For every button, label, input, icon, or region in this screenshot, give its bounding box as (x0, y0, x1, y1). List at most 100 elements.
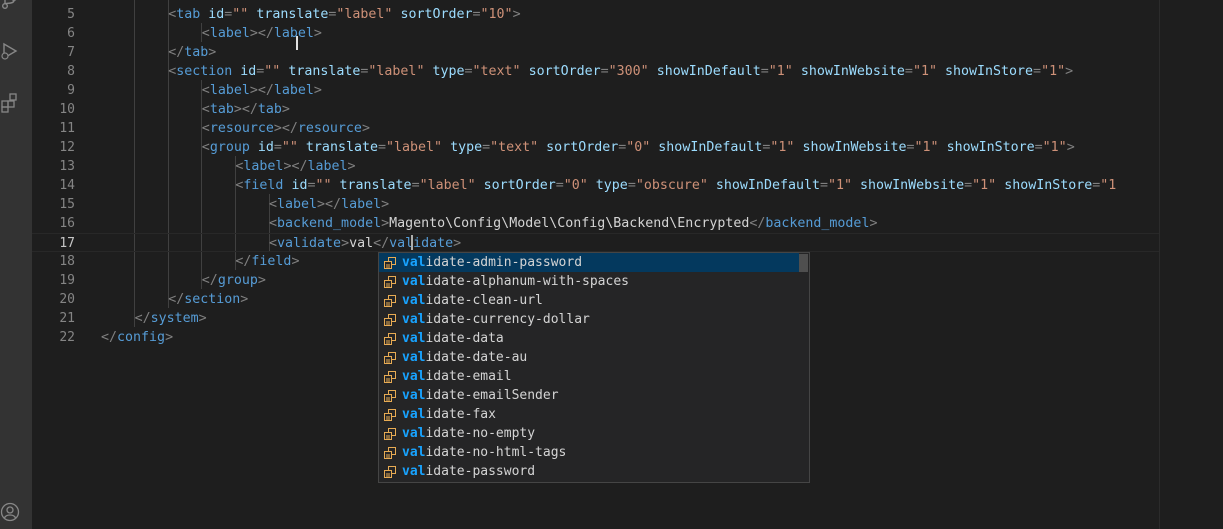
code-token: </ (168, 45, 185, 60)
code-text: <label></label> (202, 81, 322, 100)
code-token: backend_model (277, 216, 382, 231)
code-token: showInDefault (656, 64, 761, 79)
code-text: <label></label> (202, 24, 322, 43)
suggest-item-label: validate-alphanum-with-spaces (402, 272, 629, 291)
code-line[interactable]: 12 <group id="" translate="label" type="t… (32, 138, 1159, 157)
code-token: tab (184, 45, 209, 60)
code-token: > (198, 311, 207, 326)
autocomplete-suggest-widget[interactable]: validate-admin-password validate-alphanum… (378, 252, 810, 483)
run-debug-icon[interactable] (0, 41, 20, 61)
code-text: </field> (235, 252, 299, 271)
snippet-icon (384, 276, 396, 288)
line-number: 17 (59, 236, 75, 251)
suggest-match-highlight: val (402, 388, 426, 403)
suggest-item[interactable]: validate-currency-dollar (379, 310, 799, 329)
code-line[interactable]: 6 <label></label> (32, 24, 1159, 43)
code-token: < (269, 197, 278, 212)
code-token: < (168, 64, 177, 79)
code-token: label (341, 197, 382, 212)
snippet-icon (384, 466, 396, 478)
code-line[interactable]: 9 <label></label> (32, 81, 1159, 100)
code-line[interactable]: 16 <backend_model>Magento\Config\Model\Co… (32, 214, 1159, 233)
code-token: < (201, 140, 210, 155)
suggest-item[interactable]: validate-alphanum-with-spaces (379, 272, 799, 291)
suggest-item[interactable]: validate-no-html-tags (379, 443, 799, 462)
code-text: <validate>val</validate> (269, 234, 461, 253)
line-number: 7 (67, 45, 75, 60)
suggest-item[interactable]: validate-admin-password (379, 253, 799, 272)
code-token: ></ (233, 102, 258, 117)
code-line[interactable]: 15 <label></label> (32, 195, 1159, 214)
line-number: 8 (67, 64, 75, 79)
suggest-match-highlight: val (402, 350, 426, 365)
suggest-item[interactable]: validate-data (379, 329, 799, 348)
code-token: = (627, 178, 636, 193)
code-token: translate (256, 7, 329, 22)
code-token: id (257, 140, 274, 155)
snippet-icon (384, 295, 396, 307)
line-number: 13 (59, 159, 75, 174)
code-token: resource (297, 121, 362, 136)
suggest-match-highlight: val (402, 331, 426, 346)
code-token: "1" (1041, 64, 1066, 79)
suggest-match-highlight: val (402, 407, 426, 422)
code-token: > (361, 121, 370, 136)
code-token: label (277, 197, 318, 212)
suggest-item[interactable]: validate-fax (379, 405, 799, 424)
code-token: "1" (828, 178, 853, 193)
suggest-match-highlight: val (402, 426, 426, 441)
suggest-item-label: validate-clean-url (402, 291, 543, 310)
suggest-match-highlight: val (402, 312, 426, 327)
snippet-icon (384, 257, 396, 269)
code-token: "obscure" (635, 178, 708, 193)
code-token: id (208, 7, 225, 22)
code-line[interactable]: 7 </tab> (32, 43, 1159, 62)
code-line[interactable]: 11 <resource></resource> (32, 119, 1159, 138)
code-line[interactable]: 14 <field id="" translate="label" sortOrd… (32, 176, 1159, 195)
account-icon[interactable] (0, 502, 20, 522)
code-text: </tab> (168, 43, 216, 62)
code-token: "300" (608, 64, 649, 79)
line-number: 21 (59, 311, 75, 326)
code-token: = (555, 178, 564, 193)
code-token: > (291, 254, 300, 269)
suggest-item[interactable]: validate-clean-url (379, 291, 799, 310)
suggest-item[interactable]: validate-date-au (379, 348, 799, 367)
code-token: < (201, 83, 210, 98)
code-line[interactable]: 17 <validate>val</validate> (32, 233, 1159, 252)
extensions-icon[interactable] (0, 93, 20, 113)
code-token: sortOrder (483, 178, 556, 193)
code-line[interactable]: 8 <section id="" translate="label" type="… (32, 62, 1159, 81)
suggest-scrollbar-thumb[interactable] (799, 254, 808, 272)
suggest-item[interactable]: validate-no-empty (379, 424, 799, 443)
code-token: < (168, 7, 177, 22)
code-token: validate (389, 236, 454, 251)
suggest-item[interactable]: validate-emailSender (379, 386, 799, 405)
source-control-icon[interactable] (0, 0, 20, 12)
code-token: = (906, 140, 915, 155)
code-line[interactable]: 10 <tab></tab> (32, 100, 1159, 119)
code-token: "1" (768, 64, 793, 79)
line-number: 19 (59, 273, 75, 288)
suggest-item[interactable]: validate-email (379, 367, 799, 386)
code-text: <field id="" translate="label" sortOrder… (235, 176, 1116, 195)
suggest-item[interactable]: validate-password (379, 462, 799, 481)
code-token: = (964, 178, 973, 193)
code-line[interactable]: 13 <label></label> (32, 157, 1159, 176)
editor-minimap[interactable] (1159, 0, 1223, 529)
code-token: sortOrder (400, 7, 473, 22)
code-line[interactable]: 5 <tab id="" translate="label" sortOrder=… (32, 5, 1159, 24)
code-token: ></ (283, 159, 308, 174)
code-token: < (269, 236, 278, 251)
code-token: </ (201, 273, 218, 288)
code-token: > (281, 102, 290, 117)
code-token: backend_model (765, 216, 870, 231)
code-token: > (381, 197, 390, 212)
code-token: > (453, 236, 462, 251)
